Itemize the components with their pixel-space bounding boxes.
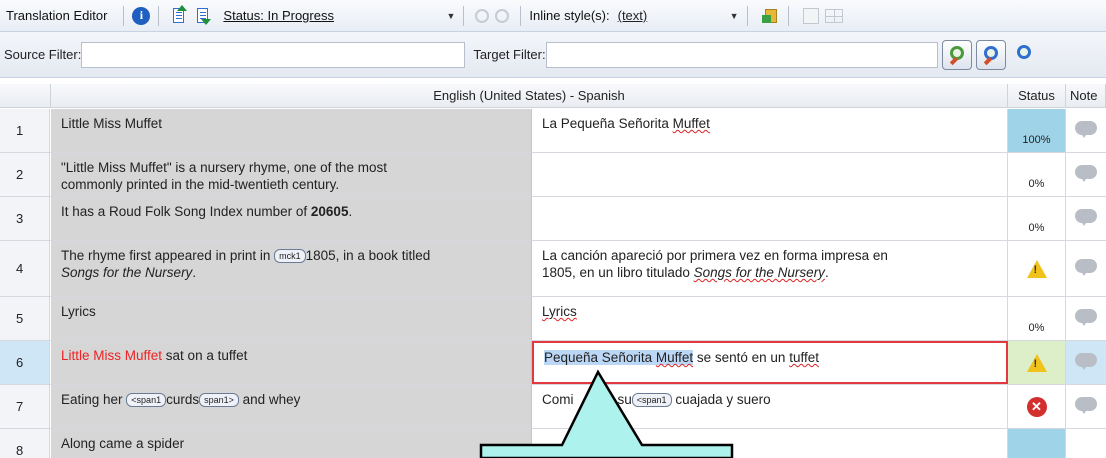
toolbar-separator xyxy=(787,5,789,26)
target-cell[interactable] xyxy=(532,153,1008,196)
row-number: 6 xyxy=(0,341,50,384)
comment-icon[interactable] xyxy=(1075,120,1097,138)
paste-icon[interactable] xyxy=(761,7,780,25)
comment-icon[interactable] xyxy=(1075,208,1097,226)
inline-style-label: Inline style(s): xyxy=(529,8,610,23)
source-cell[interactable]: Little Miss Muffet sat on a tuffet xyxy=(51,341,532,384)
table-disabled-icon xyxy=(824,8,843,23)
note-cell[interactable] xyxy=(1066,153,1106,196)
target-cell[interactable]: Comi su <span1 cuajada y suero xyxy=(532,385,1008,428)
editor-title: Translation Editor xyxy=(6,8,108,23)
note-cell[interactable] xyxy=(1066,197,1106,240)
target-cell[interactable] xyxy=(532,429,1008,458)
table-row[interactable]: 6 Little Miss Muffet sat on a tuffet Peq… xyxy=(0,341,1106,385)
source-cell[interactable]: Along came a spider xyxy=(51,429,532,458)
status-cell: 100% xyxy=(1008,109,1066,152)
target-cell[interactable]: Lyrics xyxy=(532,297,1008,340)
status-cell: ! xyxy=(1008,241,1066,296)
comment-icon[interactable] xyxy=(1075,396,1097,414)
toolbar-separator xyxy=(746,5,748,26)
source-filter-label: Source Filter: xyxy=(4,47,82,62)
source-cell[interactable]: It has a Roud Folk Song Index number of … xyxy=(51,197,532,240)
next-disabled-icon xyxy=(495,8,510,23)
comment-icon[interactable] xyxy=(1075,164,1097,182)
target-cell[interactable]: La Pequeña Señorita Muffet xyxy=(532,109,1008,152)
toolbar-separator xyxy=(463,5,465,26)
status-filter-dropdown[interactable]: Status: In Progress ▼ xyxy=(223,8,455,23)
note-cell[interactable] xyxy=(1066,341,1106,384)
document-disabled-icon xyxy=(802,7,819,24)
table-row[interactable]: 1 Little Miss Muffet La Pequeña Señorita… xyxy=(0,109,1106,153)
target-cell[interactable] xyxy=(532,197,1008,240)
status-cell: 0% xyxy=(1008,153,1066,196)
warning-icon: ! xyxy=(1026,259,1047,278)
row-number: 1 xyxy=(0,109,50,152)
inline-tag[interactable]: <span1 xyxy=(126,393,167,407)
status-cell: 0% xyxy=(1008,297,1066,340)
inline-tag[interactable]: mck1 xyxy=(274,249,306,263)
warning-icon: ! xyxy=(1026,353,1047,372)
source-cell[interactable]: Eating her <span1 curds span1> and whey xyxy=(51,385,532,428)
toolbar-separator xyxy=(158,5,160,26)
error-icon: ✕ xyxy=(1026,396,1047,417)
row-number: 5 xyxy=(0,297,50,340)
chevron-down-icon[interactable]: ▼ xyxy=(730,11,739,21)
language-pair-header: English (United States) - Spanish xyxy=(51,84,1008,108)
row-number: 2 xyxy=(0,153,50,196)
find-all-button[interactable] xyxy=(1010,40,1040,70)
toolbar-separator xyxy=(520,5,522,26)
table-row[interactable]: 8 Along came a spider xyxy=(0,429,1106,458)
table-row[interactable]: 7 Eating her <span1 curds span1> and whey … xyxy=(0,385,1106,429)
row-number: 4 xyxy=(0,241,50,296)
source-cell[interactable]: "Little Miss Muffet" is a nursery rhyme,… xyxy=(51,153,532,196)
source-filter-input[interactable] xyxy=(81,41,466,68)
source-cell[interactable]: Little Miss Muffet xyxy=(51,109,532,152)
find-source-button[interactable] xyxy=(941,39,972,70)
status-cell: 0% xyxy=(1008,197,1066,240)
source-cell[interactable]: Lyrics xyxy=(51,297,532,340)
previous-disabled-icon xyxy=(475,8,490,23)
table-row[interactable]: 4 The rhyme first appeared in print in m… xyxy=(0,241,1106,297)
status-cell xyxy=(1008,429,1066,458)
find-target-button[interactable] xyxy=(975,39,1006,70)
row-number-header xyxy=(0,84,51,108)
target-cell[interactable]: La canción apareció por primera vez en f… xyxy=(532,241,1008,296)
table-row[interactable]: 2 "Little Miss Muffet" is a nursery rhym… xyxy=(0,153,1106,197)
info-icon[interactable]: i xyxy=(132,6,151,25)
source-cell[interactable]: The rhyme first appeared in print in mck… xyxy=(51,241,532,296)
note-cell[interactable] xyxy=(1066,297,1106,340)
note-cell[interactable] xyxy=(1066,429,1106,458)
status-cell: ! xyxy=(1008,341,1066,384)
row-number: 8 xyxy=(0,429,50,458)
move-down-icon[interactable] xyxy=(195,7,212,25)
note-cell[interactable] xyxy=(1066,241,1106,296)
status-column-header[interactable]: Status xyxy=(1008,84,1066,108)
comment-icon[interactable] xyxy=(1075,308,1097,326)
status-cell: ✕ xyxy=(1008,385,1066,428)
note-cell[interactable] xyxy=(1066,109,1106,152)
note-cell[interactable] xyxy=(1066,385,1106,428)
row-number: 3 xyxy=(0,197,50,240)
inline-tag[interactable]: span1> xyxy=(199,393,239,407)
notes-column-header[interactable]: Note xyxy=(1066,84,1106,108)
inline-tag[interactable]: <span1 xyxy=(631,393,672,407)
table-row[interactable]: 5 Lyrics Lyrics 0% xyxy=(0,297,1106,341)
chevron-down-icon[interactable]: ▼ xyxy=(446,11,455,21)
editor-toolbar: Translation Editor i Status: In Progress… xyxy=(0,0,1106,32)
filter-bar: Source Filter: Target Filter: xyxy=(0,32,1106,78)
target-cell-active[interactable]: Pequeña Señorita Muffet se sentó en un t… xyxy=(532,341,1008,384)
target-filter-label: Target Filter: xyxy=(473,47,546,62)
comment-icon[interactable] xyxy=(1075,258,1097,276)
move-up-icon[interactable] xyxy=(171,4,188,25)
inline-style-dropdown[interactable]: (text) xyxy=(618,8,726,23)
row-number: 7 xyxy=(0,385,50,428)
table-row[interactable]: 3 It has a Roud Folk Song Index number o… xyxy=(0,197,1106,241)
status-filter-value: Status: In Progress xyxy=(223,8,334,23)
comment-icon[interactable] xyxy=(1075,352,1097,370)
target-filter-input[interactable] xyxy=(545,41,938,68)
toolbar-separator xyxy=(123,5,125,26)
